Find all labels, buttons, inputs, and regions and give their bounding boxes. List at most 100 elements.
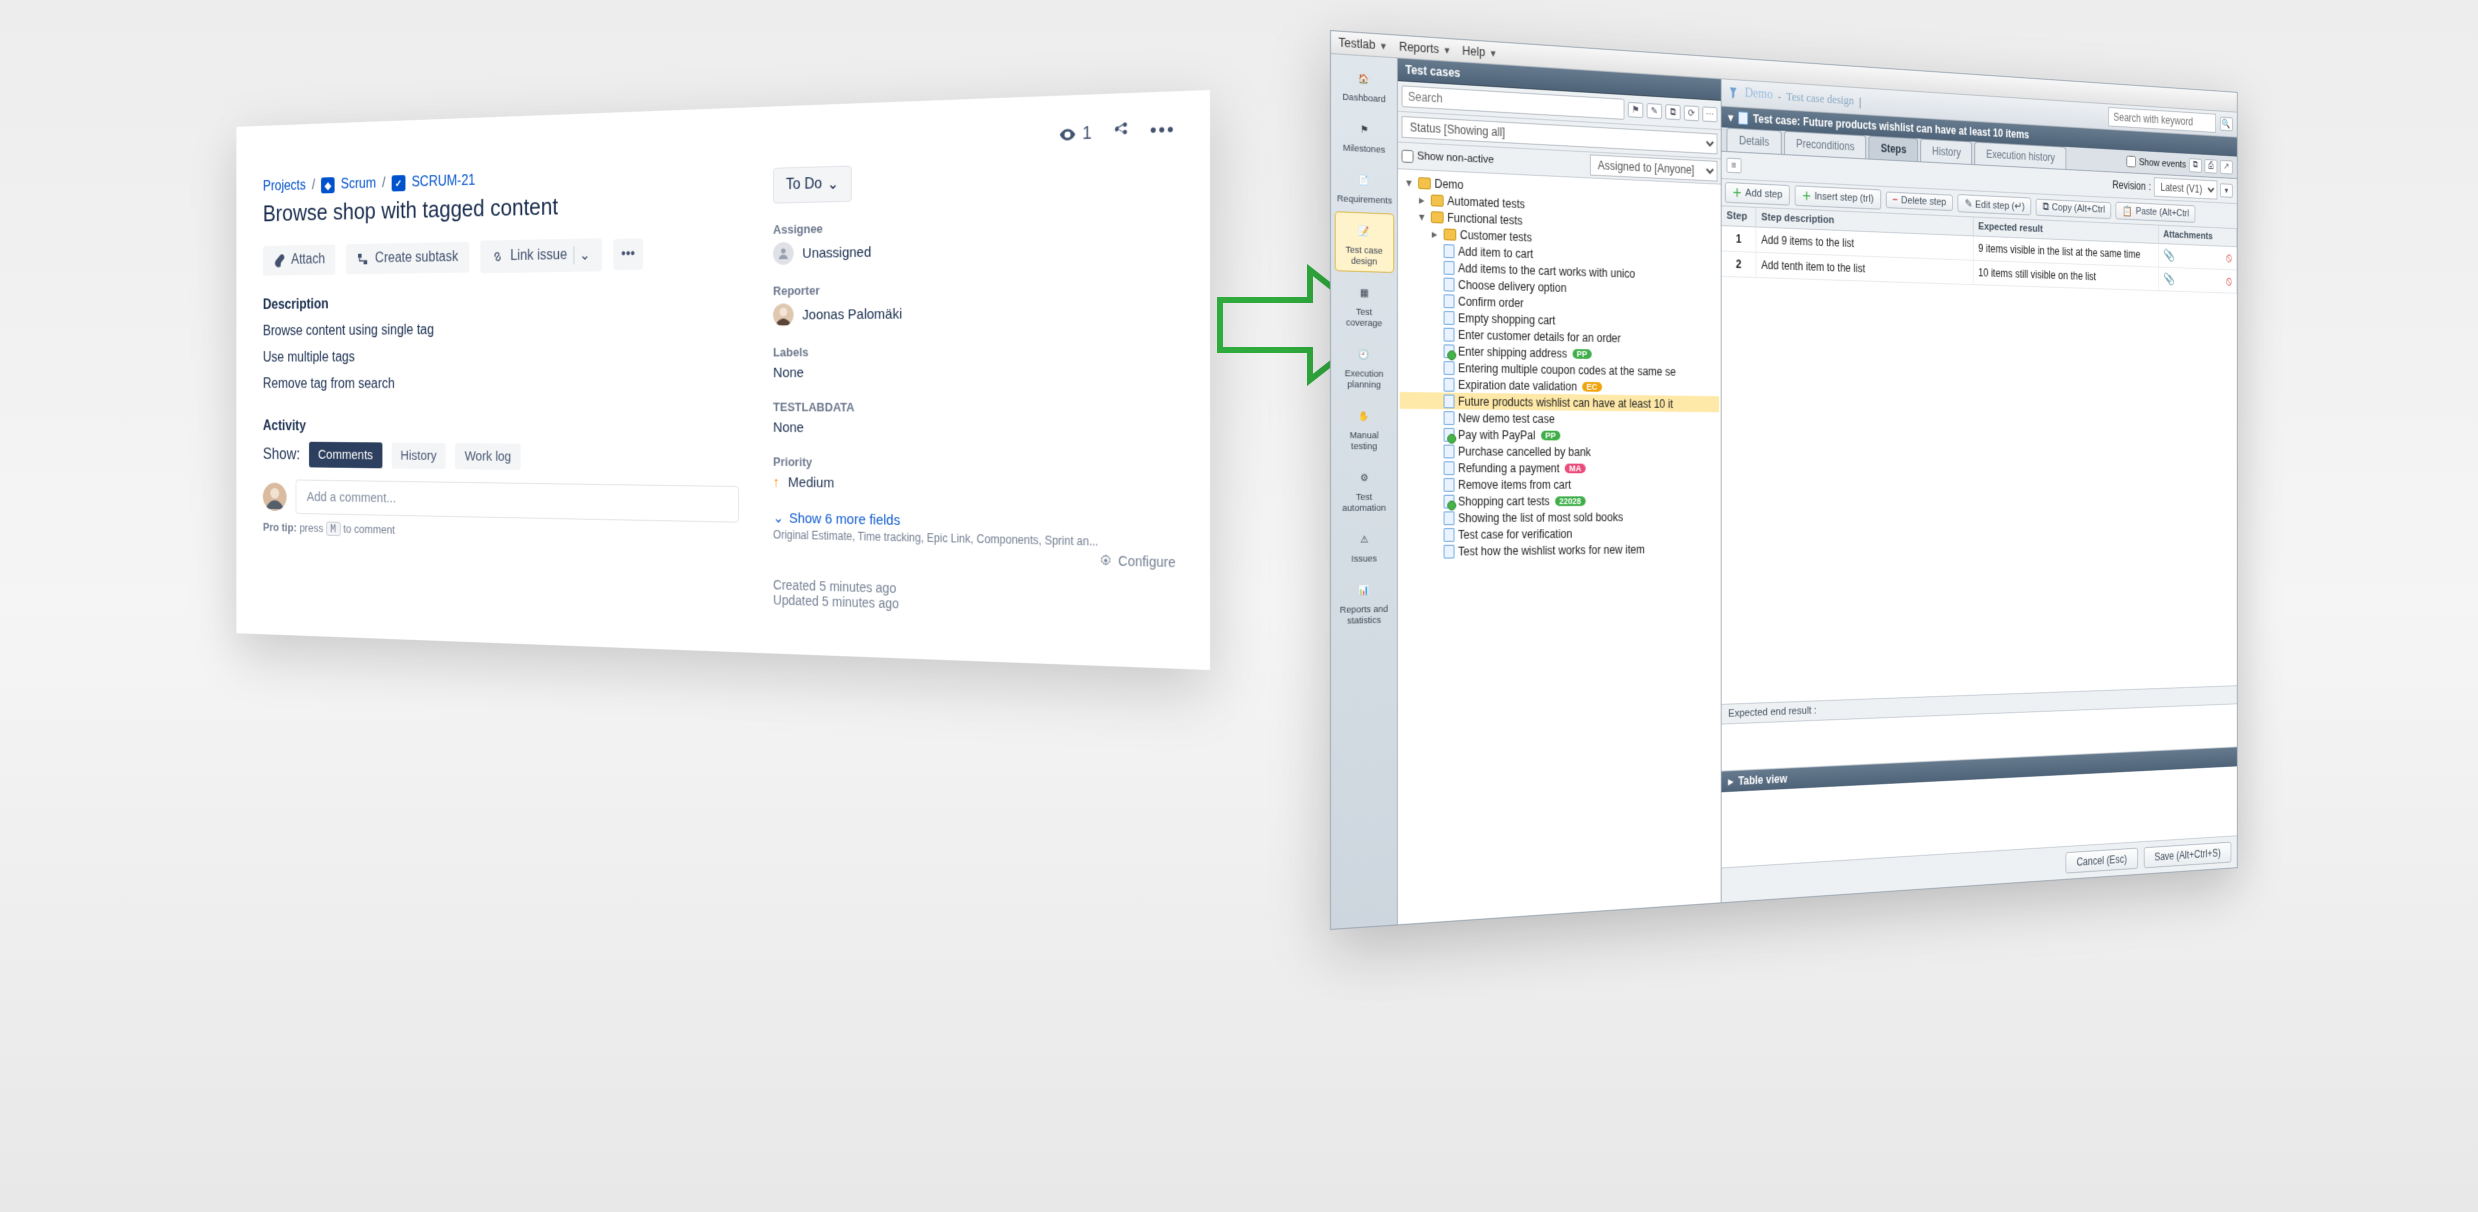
- revision-label: Revision: [2112, 179, 2145, 193]
- testcase-icon: [1444, 411, 1455, 425]
- toolbar-icon[interactable]: ✎: [1647, 103, 1662, 119]
- tree-row[interactable]: Remove items from cart: [1400, 476, 1719, 493]
- testcase-icon: [1444, 361, 1455, 375]
- tree-row[interactable]: Pay with PayPalPP: [1400, 426, 1719, 445]
- testcase-icon: [1444, 377, 1455, 391]
- testcase-icon: [1444, 260, 1455, 274]
- testcase-icon: [1444, 427, 1455, 441]
- edit-step-button[interactable]: ✎ Edit step (↵): [1958, 194, 2032, 215]
- save-button[interactable]: Save (Alt+Ctrl+S): [2144, 842, 2232, 869]
- flag-icon: ⚑: [1351, 117, 1377, 142]
- testlab-logo-icon: [1727, 85, 1740, 101]
- testcase-icon: [1444, 394, 1455, 408]
- sidebar-item-issues[interactable]: ⚠Issues: [1334, 521, 1394, 570]
- sidebar-item-requirements[interactable]: 📄Requirements: [1334, 160, 1394, 211]
- testcase-icon: [1444, 528, 1455, 542]
- tree-row[interactable]: Refunding a paymentMA: [1400, 459, 1719, 476]
- gear-icon: ⚙: [1351, 466, 1377, 490]
- clock-icon: 🕘: [1351, 342, 1377, 366]
- delete-step-button[interactable]: −Delete step: [1886, 192, 1954, 212]
- testcase-icon: [1444, 478, 1455, 492]
- toolbar-icon[interactable]: ▾: [2220, 183, 2233, 197]
- tree-row[interactable]: Test how the wishlist works for new item: [1400, 540, 1719, 560]
- brand-name: Demo: [1745, 86, 1773, 103]
- keyword-search-input[interactable]: [2108, 107, 2216, 133]
- testcase-icon: [1444, 310, 1455, 324]
- sidebar-item-test-automation[interactable]: ⚙Test automation: [1334, 459, 1394, 519]
- delete-row-icon[interactable]: ⦸: [2226, 251, 2232, 265]
- sidebar-item-dashboard[interactable]: 🏠Dashboard: [1334, 58, 1394, 110]
- testcase-icon: [1444, 244, 1455, 258]
- toolbar-icon[interactable]: ⚑: [1628, 102, 1643, 118]
- testcase-icon: [1444, 511, 1455, 525]
- toolbar-icon[interactable]: ⧉: [1665, 104, 1680, 120]
- toolbar-icon[interactable]: ≡: [1727, 158, 1742, 174]
- show-nonactive-label: Show non-active: [1417, 150, 1494, 166]
- show-nonactive-checkbox[interactable]: [1402, 149, 1414, 162]
- paste-step-button[interactable]: 📋 Paste (Alt+Ctrl: [2116, 202, 2196, 223]
- clip-icon[interactable]: 📎: [2163, 248, 2175, 262]
- sidebar-item-test-coverage[interactable]: ▦Test coverage: [1334, 273, 1394, 334]
- assigned-filter[interactable]: Assigned to [Anyone]: [1590, 154, 1717, 181]
- doc-icon: 📝: [1351, 219, 1377, 244]
- sidebar-item-milestones[interactable]: ⚑Milestones: [1334, 109, 1394, 161]
- testcase-icon: [1444, 494, 1455, 508]
- sidebar-item-manual-testing[interactable]: ✋Manual testing: [1334, 397, 1394, 457]
- cancel-button[interactable]: Cancel (Esc): [2065, 848, 2137, 874]
- testlab-panel-wrap: Testlab Reports Help 🏠Dashboard⚑Mileston…: [1330, 30, 2450, 930]
- search-icon[interactable]: 🔍: [2220, 117, 2233, 132]
- tab-steps[interactable]: Steps: [1869, 136, 1918, 162]
- testcase-icon: [1444, 327, 1455, 341]
- toolbar-icon[interactable]: ⧉: [2189, 158, 2202, 173]
- testcase-icon: [1444, 461, 1455, 475]
- chart-icon: 📊: [1351, 578, 1377, 602]
- clip-icon[interactable]: 📎: [2163, 272, 2175, 286]
- chevron-right-icon: ▸: [1728, 775, 1733, 788]
- insert-step-button[interactable]: ＋Insert step (trl): [1795, 185, 1881, 209]
- testcase-detail-panel: Demo - Test case design | 🔍 ▾ Test case:…: [1722, 79, 2237, 902]
- sidebar-item-reports-and-statistics[interactable]: 📊Reports and statistics: [1334, 571, 1394, 632]
- sidebar-item-execution-planning[interactable]: 🕘Execution planning: [1334, 335, 1394, 396]
- warn-icon: ⚠: [1351, 528, 1377, 552]
- tab-case-history[interactable]: History: [1920, 139, 1972, 165]
- testcase-icon: [1444, 544, 1455, 558]
- toolbar-icon[interactable]: ⎙: [2205, 159, 2218, 174]
- testcase-icon: [1444, 294, 1455, 308]
- revision-select[interactable]: Latest (V1): [2154, 177, 2217, 199]
- testcase-icon: [1444, 277, 1455, 291]
- menu-help[interactable]: Help: [1462, 44, 1495, 60]
- tab-preconditions[interactable]: Preconditions: [1784, 131, 1867, 159]
- toolbar-icon[interactable]: ⋯: [1702, 106, 1717, 122]
- toolbar-icon[interactable]: ⟳: [1684, 105, 1699, 121]
- grid-icon: ▦: [1351, 281, 1377, 306]
- folder-icon: [1418, 177, 1431, 189]
- hand-icon: ✋: [1351, 404, 1377, 428]
- tree-row[interactable]: Shopping cart tests22028: [1400, 492, 1719, 509]
- brand-sub: Test case design: [1786, 89, 1854, 108]
- menu-reports[interactable]: Reports: [1399, 40, 1450, 57]
- add-step-button[interactable]: ＋Add step: [1725, 182, 1790, 206]
- testcase-tree[interactable]: ▾Demo▸Automated tests▾Functional tests▸C…: [1398, 169, 1721, 924]
- folder-icon: [1431, 194, 1444, 206]
- nav-sidebar: 🏠Dashboard⚑Milestones📄Requirements📝Test …: [1331, 54, 1398, 929]
- show-events-label: Show events: [2139, 157, 2186, 170]
- copy-step-button[interactable]: ⧉ Copy (Alt+Ctrl: [2036, 198, 2112, 218]
- testcase-icon: [1444, 444, 1455, 458]
- toolbar-icon[interactable]: ↗: [2220, 160, 2233, 175]
- tree-row[interactable]: Purchase cancelled by bank: [1400, 442, 1719, 460]
- jira-panel-wrap: 1 ••• Projects / ◆ Scrum / ✓ SCRUM-21 Br…: [50, 90, 1210, 670]
- chevron-down-icon[interactable]: ▾: [1728, 111, 1733, 124]
- tab-details[interactable]: Details: [1727, 128, 1782, 154]
- home-icon: 🏠: [1351, 66, 1377, 91]
- folder-icon: [1431, 211, 1444, 223]
- testcase-icon: [1738, 111, 1748, 125]
- req-icon: 📄: [1351, 168, 1377, 193]
- show-events-checkbox[interactable]: [2127, 156, 2136, 168]
- delete-row-icon[interactable]: ⦸: [2226, 274, 2232, 288]
- testlab-app-window: Testlab Reports Help 🏠Dashboard⚑Mileston…: [1330, 30, 2238, 930]
- menu-testlab[interactable]: Testlab: [1338, 36, 1386, 53]
- testcase-icon: [1444, 344, 1455, 358]
- testcase-tree-panel: Test cases ⚑ ✎ ⧉ ⟳ ⋯ Status [Showing all…: [1398, 58, 1722, 924]
- sidebar-item-test-case-design[interactable]: 📝Test case design: [1334, 211, 1394, 273]
- folder-icon: [1444, 228, 1457, 240]
